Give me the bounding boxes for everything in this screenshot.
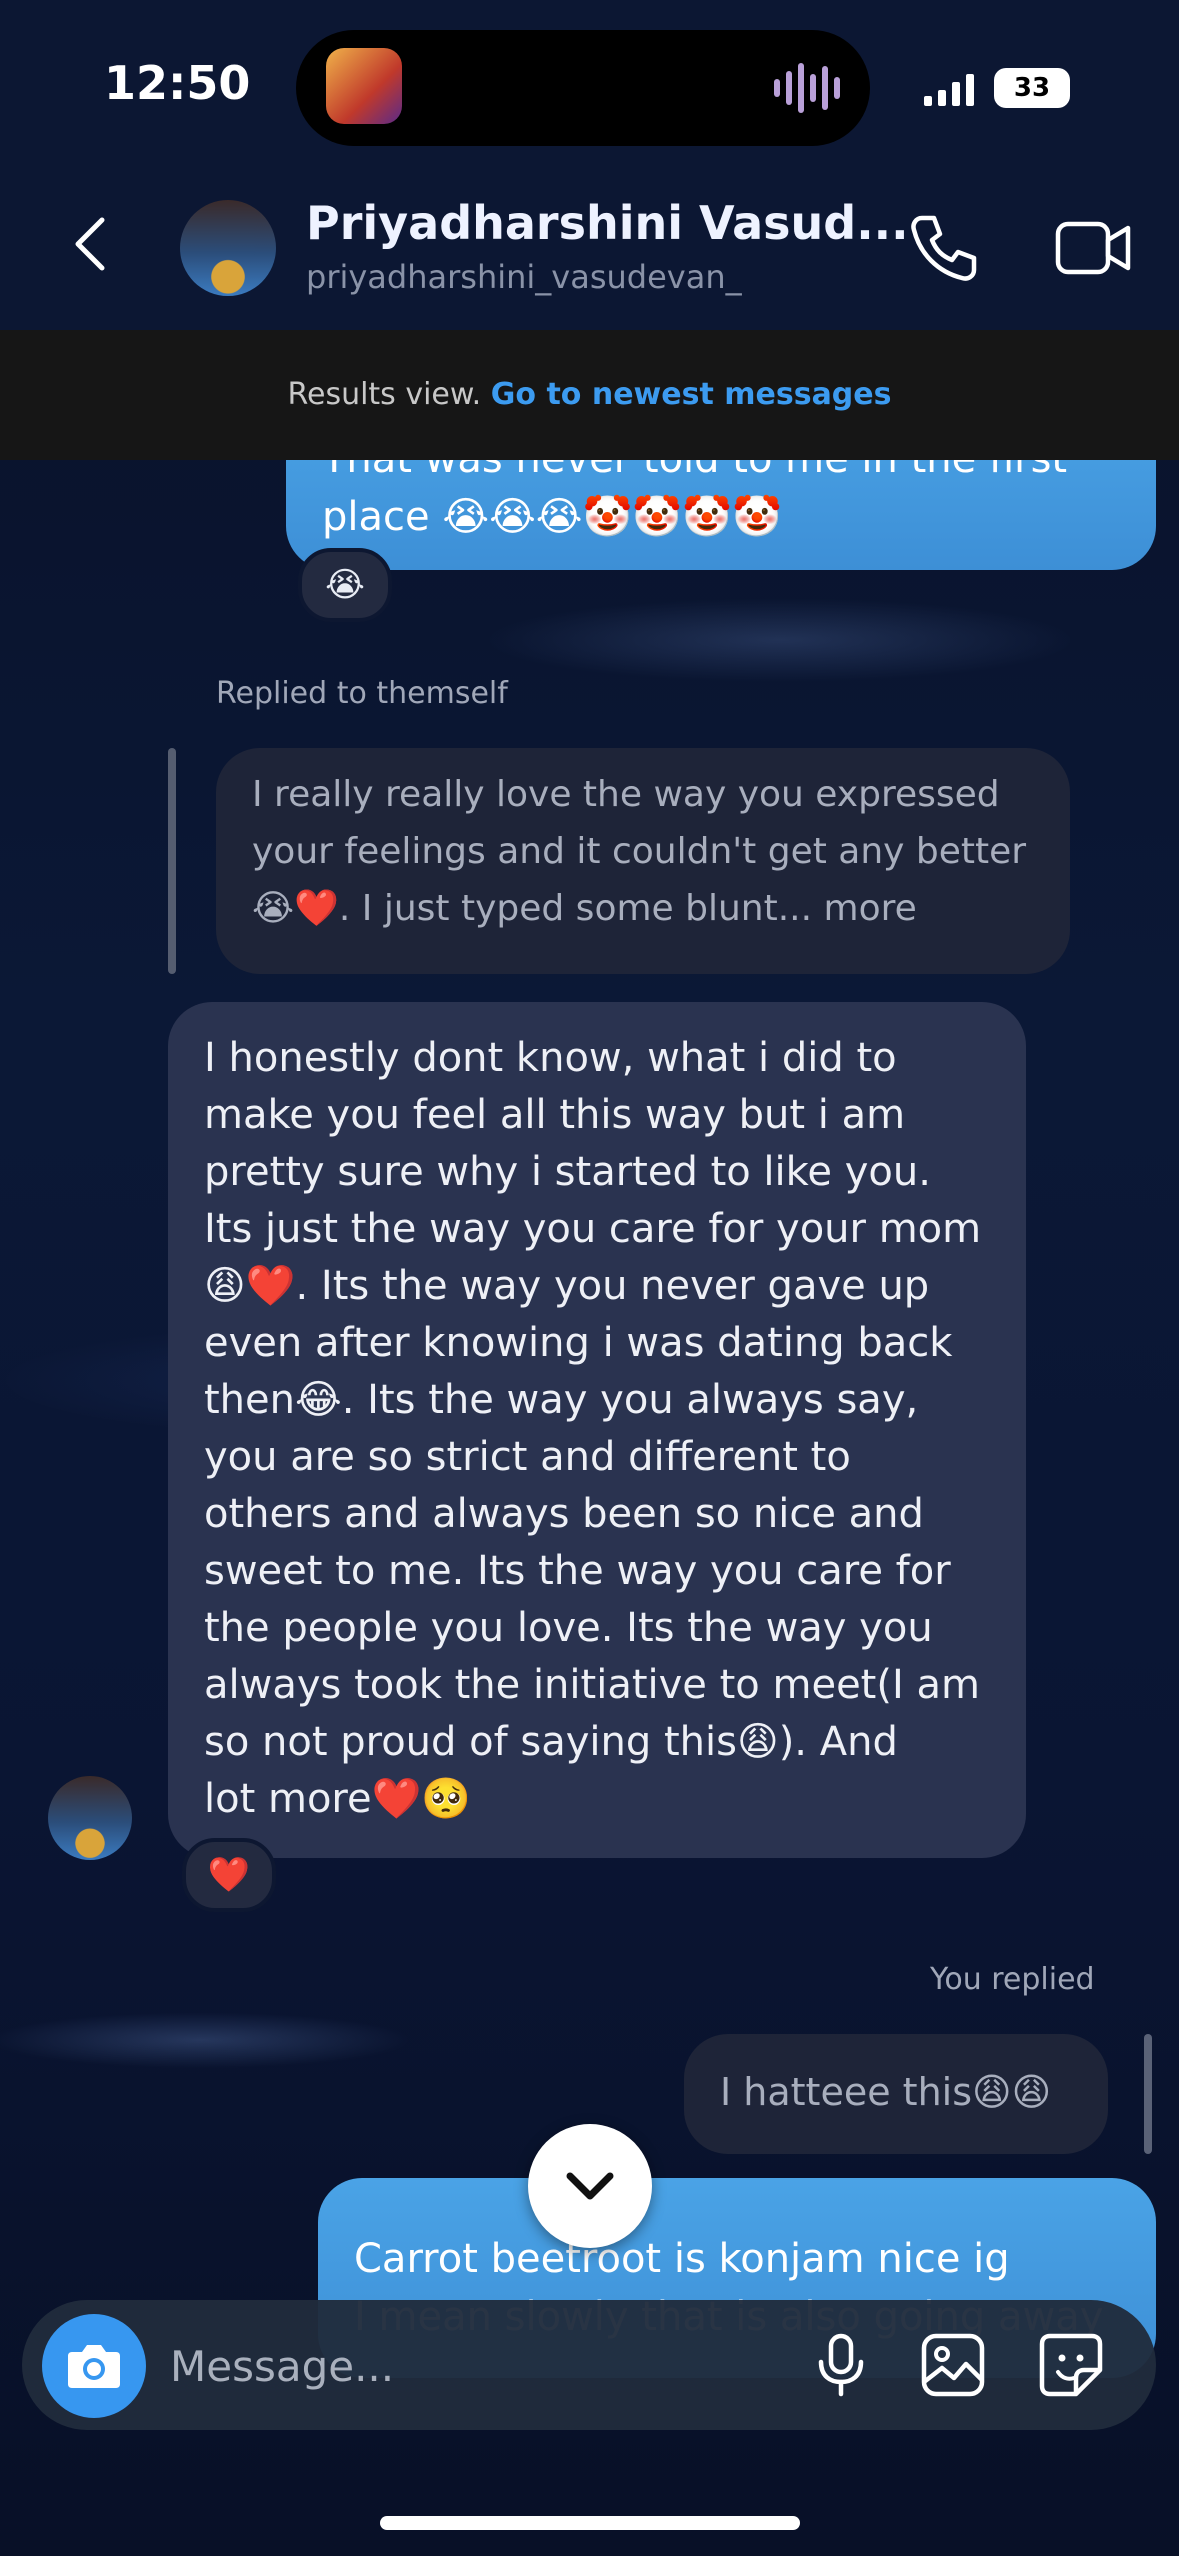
message-line: make you feel all this way but i am — [204, 1092, 906, 1138]
audio-wave-icon — [774, 60, 840, 116]
video-camera-icon[interactable] — [1054, 210, 1134, 286]
back-arrow-icon[interactable] — [62, 214, 122, 274]
message-reaction[interactable]: ❤️ — [182, 1838, 276, 1912]
quoted-line: I really really love the way you express… — [252, 774, 1000, 815]
message-line: sweet to me. Its the way you care for — [204, 1548, 951, 1594]
camera-button[interactable] — [42, 2314, 146, 2418]
message-line: even after knowing i was dating back — [204, 1320, 953, 1366]
quoted-message[interactable]: I hatteee this😩😩 — [684, 2034, 1108, 2154]
dynamic-island[interactable] — [296, 30, 870, 146]
clock: 12:50 — [104, 56, 251, 110]
message-input[interactable] — [168, 2330, 792, 2402]
message-reaction[interactable]: 😭 — [298, 548, 392, 622]
scrollbar[interactable] — [1144, 2034, 1152, 2154]
message-line: others and always been so nice and — [204, 1491, 924, 1537]
message-line: pretty sure why i started to like you. — [204, 1149, 931, 1195]
message-line: the people you love. Its the way you — [204, 1605, 933, 1651]
home-indicator[interactable] — [380, 2516, 800, 2530]
quoted-line: your feelings and it couldn't get any be… — [252, 831, 1027, 872]
results-view-banner: Results view. Go to newest messages — [0, 330, 1179, 460]
contact-avatar[interactable] — [180, 200, 276, 296]
scroll-to-bottom-button[interactable] — [528, 2124, 652, 2248]
microphone-icon[interactable] — [806, 2330, 876, 2400]
contact-handle[interactable]: priyadharshini_vasudevan_ — [306, 258, 742, 296]
message-line: Its just the way you care for your mom — [204, 1206, 982, 1252]
quoted-line: 😭❤️. I just typed some blunt... more — [252, 888, 917, 929]
go-to-newest-link[interactable]: Go to newest messages — [491, 377, 892, 412]
message-line: 😩❤️. Its the way you never gave up — [204, 1263, 930, 1309]
message-composer — [22, 2300, 1156, 2430]
message-line: always took the initiative to meet(I am — [204, 1662, 980, 1708]
message-line: you are so strict and different to — [204, 1434, 851, 1480]
contact-name[interactable]: Priyadharshini Vasud... — [306, 196, 909, 250]
status-bar: 12:50 33 — [0, 0, 1179, 170]
reply-indicator-bar — [168, 748, 176, 974]
banner-text: Results view. — [287, 377, 482, 412]
message-line: lot more❤️🥺 — [204, 1776, 472, 1822]
received-message-text: I honestly dont know, what i did to make … — [204, 1030, 990, 1828]
message-line: Carrot beetroot is konjam nice ig — [354, 2236, 1010, 2282]
replied-label: Replied to themself — [216, 676, 508, 711]
battery-icon: 33 — [994, 68, 1070, 108]
chevron-down-icon — [566, 2172, 614, 2200]
camera-icon — [68, 2345, 120, 2388]
message-line: I honestly dont know, what i did to — [204, 1035, 897, 1081]
sender-avatar[interactable] — [48, 1776, 132, 1860]
quoted-message[interactable]: I really really love the way you express… — [216, 748, 1070, 974]
phone-icon[interactable] — [906, 210, 982, 286]
received-message-bubble[interactable]: I honestly dont know, what i did to make … — [168, 1002, 1026, 1858]
message-line: place 😭😭😭🤡🤡🤡🤡 — [322, 494, 782, 540]
gallery-icon[interactable] — [918, 2330, 988, 2400]
signal-icon — [924, 74, 974, 106]
sticker-icon[interactable] — [1036, 2330, 1106, 2400]
chat-header: Priyadharshini Vasud... priyadharshini_v… — [0, 170, 1179, 330]
message-line: so not proud of saying this😩). And — [204, 1719, 898, 1765]
now-playing-artwork — [326, 48, 402, 124]
message-line: then😂. Its the way you always say, — [204, 1377, 919, 1423]
you-replied-label: You replied — [930, 1962, 1095, 1997]
